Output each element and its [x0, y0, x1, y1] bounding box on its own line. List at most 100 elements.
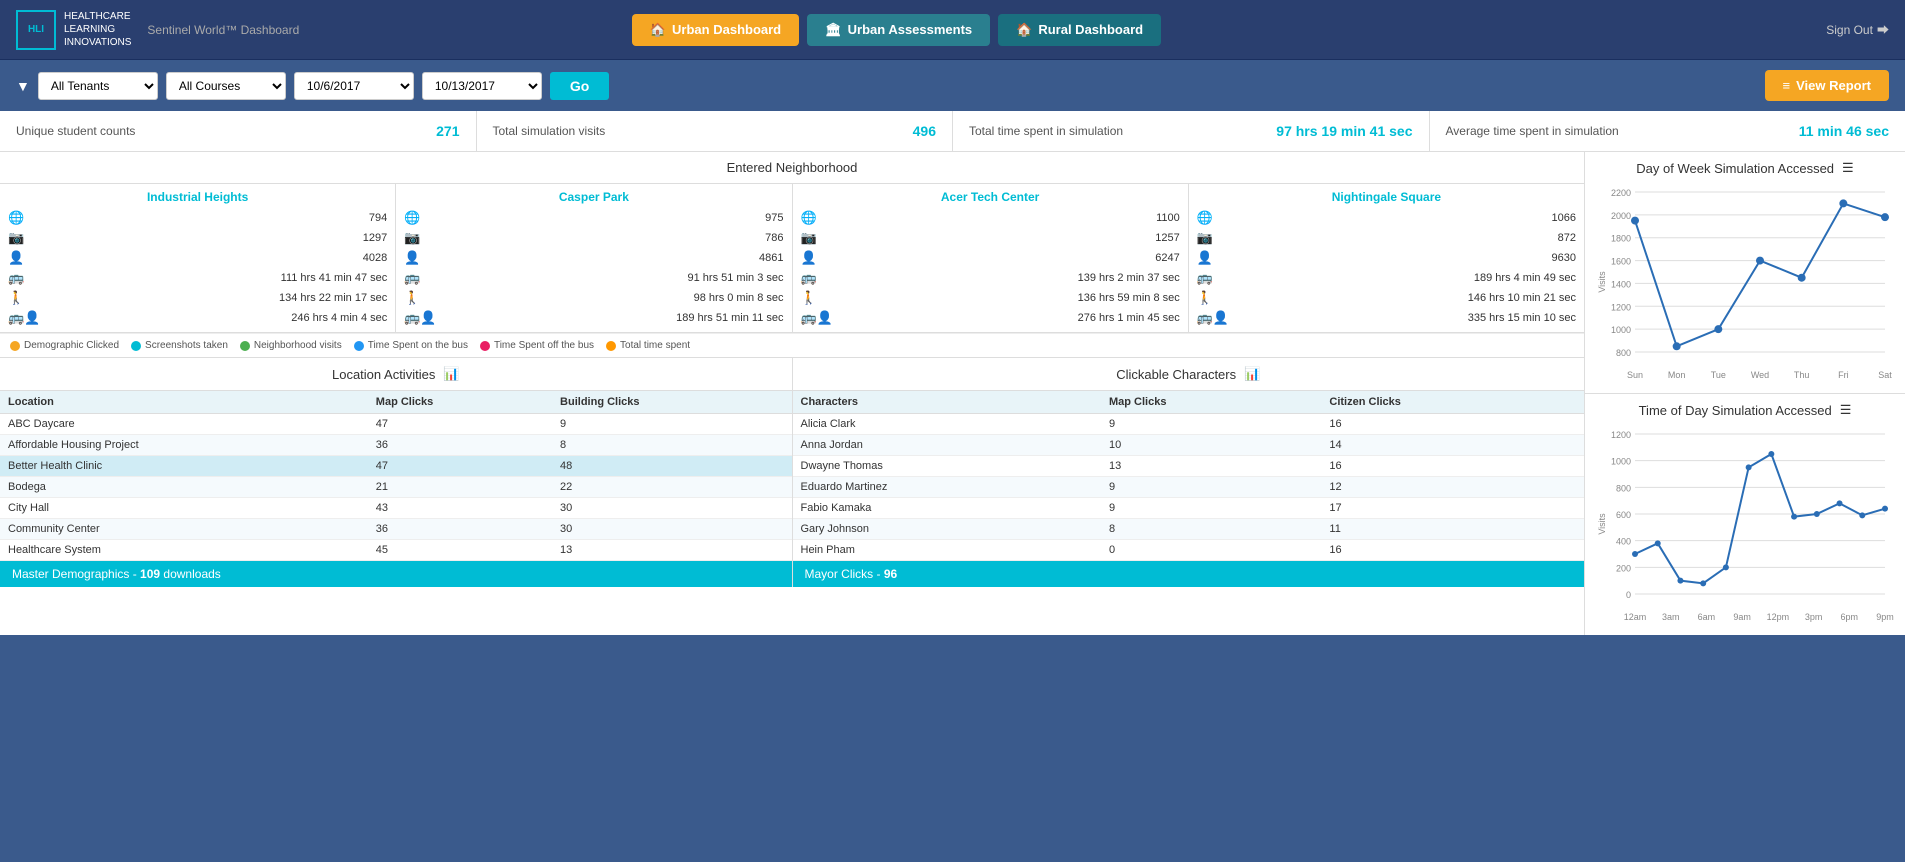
svg-text:400: 400: [1616, 537, 1631, 547]
table-row: Affordable Housing Project368: [0, 435, 792, 456]
legend-item: Screenshots taken: [131, 340, 228, 351]
table-row: Community Center3630: [0, 519, 792, 540]
urban-assessments-button[interactable]: 🏛 Urban Assessments: [807, 14, 990, 46]
location-chart-icon[interactable]: 📊: [443, 366, 459, 382]
svg-text:800: 800: [1616, 348, 1631, 358]
legend-item: Total time spent: [606, 340, 690, 351]
sign-out-icon: ⮕: [1877, 21, 1889, 38]
neighborhood-stat-row: 🚶136 hrs 59 min 8 sec: [801, 288, 1180, 308]
neighborhood-stat-row: 🚶98 hrs 0 min 8 sec: [404, 288, 783, 308]
date-from-select[interactable]: 10/6/2017: [294, 72, 414, 100]
stat-val: 276 hrs 1 min 45 sec: [1078, 312, 1180, 324]
citizen-clicks: 16: [1321, 540, 1584, 561]
stat-icon: 🚌👤: [801, 310, 833, 326]
stat-val: 91 hrs 51 min 3 sec: [688, 272, 784, 284]
map-clicks: 9: [1101, 414, 1321, 435]
neighborhood-stat-row: 👤4028: [8, 248, 387, 268]
citizen-clicks: 14: [1321, 435, 1584, 456]
svg-text:1800: 1800: [1611, 234, 1631, 244]
location-col-header: Location: [0, 391, 368, 414]
view-report-button[interactable]: ≡ View Report: [1765, 70, 1889, 101]
svg-text:2200: 2200: [1611, 188, 1631, 198]
tenant-select[interactable]: All Tenants: [38, 72, 158, 100]
character-name: Fabio Kamaka: [793, 498, 1101, 519]
tod-menu-icon[interactable]: ☰: [1840, 402, 1852, 418]
svg-text:Visits: Visits: [1597, 513, 1607, 535]
svg-text:9am: 9am: [1733, 612, 1751, 622]
svg-text:1200: 1200: [1611, 430, 1631, 440]
neighborhood-industrial-heights: Industrial Heights🌐794📷1297👤4028🚌111 hrs…: [0, 184, 396, 332]
stat-unique-students: Unique student counts 271: [0, 111, 477, 151]
stat-icon: 🚌: [404, 270, 420, 286]
legend-dot: [480, 341, 490, 351]
stat-icon: 🌐: [1197, 210, 1213, 226]
stat-icon: 🚶: [8, 290, 24, 306]
character-chart-icon[interactable]: 📊: [1244, 366, 1260, 382]
entered-neighborhood-section: Entered Neighborhood Industrial Heights🌐…: [0, 152, 1584, 357]
neighborhood-stat-row: 📷1297: [8, 228, 387, 248]
stat-avg-time: Average time spent in simulation 11 min …: [1430, 111, 1905, 151]
stat-icon: 🌐: [801, 210, 817, 226]
location-name: Bodega: [0, 477, 368, 498]
stat-icon: 🚶: [404, 290, 420, 306]
date-to-select[interactable]: 10/13/2017: [422, 72, 542, 100]
rural-dashboard-icon: 🏠: [1016, 22, 1032, 38]
svg-text:6pm: 6pm: [1841, 612, 1859, 622]
legend-label: Time Spent on the bus: [368, 340, 468, 351]
neighborhood-stat-row: 🚌 91 hrs 51 min 3 sec: [404, 268, 783, 288]
building-clicks: 13: [552, 540, 791, 561]
svg-text:3pm: 3pm: [1805, 612, 1823, 622]
stat-val: 189 hrs 4 min 49 sec: [1474, 272, 1576, 284]
location-footer: Master Demographics - 109 downloads: [0, 561, 792, 587]
go-button[interactable]: Go: [550, 72, 609, 100]
stat-icon: 🚌👤: [404, 310, 436, 326]
stat-icon: 📷: [801, 230, 817, 246]
table-row: Bodega2122: [0, 477, 792, 498]
neighborhood-stat-row: 🚌👤246 hrs 4 min 4 sec: [8, 308, 387, 328]
legend-dot: [131, 341, 141, 351]
map-clicks: 36: [368, 435, 552, 456]
rural-dashboard-button[interactable]: 🏠 Rural Dashboard: [998, 14, 1161, 46]
table-row: Eduardo Martinez912: [793, 477, 1585, 498]
legend-item: Time Spent off the bus: [480, 340, 594, 351]
map-clicks-col-header: Map Clicks: [368, 391, 552, 414]
character-name: Gary Johnson: [793, 519, 1101, 540]
nav-buttons: 🏠 Urban Dashboard 🏛 Urban Assessments 🏠 …: [632, 14, 1161, 46]
map-clicks: 13: [1101, 456, 1321, 477]
stat-icon: 🚌: [1197, 270, 1213, 286]
neighborhood-stat-row: 👤6247: [801, 248, 1180, 268]
svg-text:1400: 1400: [1611, 279, 1631, 289]
map-clicks: 10: [1101, 435, 1321, 456]
citizen-clicks: 11: [1321, 519, 1584, 540]
neighborhood-acer-tech-center: Acer Tech Center🌐1100📷1257👤6247🚌139 hrs …: [793, 184, 1189, 332]
citizen-clicks: 16: [1321, 456, 1584, 477]
dow-menu-icon[interactable]: ☰: [1842, 160, 1854, 176]
character-table-title: Clickable Characters 📊: [793, 358, 1585, 391]
neighborhood-stat-row: 🌐794: [8, 208, 387, 228]
neighborhood-stat-row: 🚌 189 hrs 4 min 49 sec: [1197, 268, 1576, 288]
svg-text:9pm: 9pm: [1876, 612, 1894, 622]
stat-val: 189 hrs 51 min 11 sec: [676, 312, 783, 324]
stat-val: 4861: [759, 252, 783, 264]
stat-total-visits: Total simulation visits 496: [477, 111, 954, 151]
urban-dashboard-icon: 🏠: [650, 22, 666, 38]
stat-icon: 👤: [801, 250, 817, 266]
course-select[interactable]: All Courses: [166, 72, 286, 100]
stat-icon: 🌐: [8, 210, 24, 226]
table-row: Fabio Kamaka917: [793, 498, 1585, 519]
logo-icon: HLI: [16, 10, 56, 50]
character-citizen-col-header: Citizen Clicks: [1321, 391, 1584, 414]
stat-val: 872: [1558, 232, 1576, 244]
svg-text:1000: 1000: [1611, 457, 1631, 467]
location-name: Affordable Housing Project: [0, 435, 368, 456]
urban-dashboard-button[interactable]: 🏠 Urban Dashboard: [632, 14, 799, 46]
citizen-clicks: 16: [1321, 414, 1584, 435]
sign-out-button[interactable]: Sign Out ⮕: [1826, 21, 1889, 38]
map-clicks: 8: [1101, 519, 1321, 540]
neighborhood-stat-row: 🚌👤 276 hrs 1 min 45 sec: [801, 308, 1180, 328]
building-clicks: 8: [552, 435, 791, 456]
legend-label: Demographic Clicked: [24, 340, 119, 351]
neighborhood-stat-row: 🌐975: [404, 208, 783, 228]
dow-chart: 8001000120014001600180020002200VisitsSun…: [1593, 182, 1897, 382]
legend-item: Demographic Clicked: [10, 340, 119, 351]
